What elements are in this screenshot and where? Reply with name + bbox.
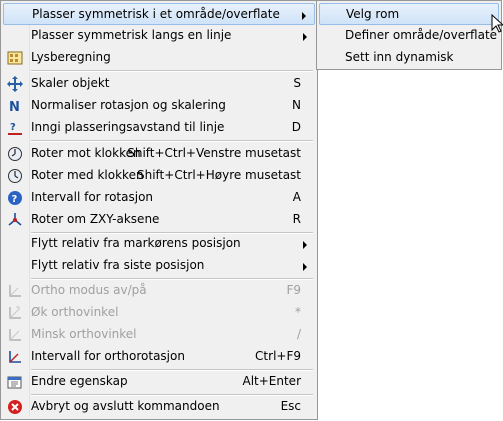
menu-item-shortcut: F9 <box>286 283 301 297</box>
scale-icon <box>7 76 23 92</box>
ortho-decrease-icon <box>7 327 23 343</box>
menu-item-ortho-toggle[interactable]: Ortho modus av/på F9 <box>3 280 315 302</box>
menu-item-shortcut: Ctrl+F9 <box>255 349 301 363</box>
mouse-pointer-icon <box>491 13 503 36</box>
menu-item-shortcut: * <box>295 305 301 319</box>
submenu-item-label: Sett inn dynamisk <box>345 50 454 64</box>
menu-item-label: Roter om ZXY-aksene <box>31 212 160 226</box>
submenu-item-insert-dynamic[interactable]: Sett inn dynamisk <box>319 47 499 69</box>
menu-item-shortcut: R <box>292 212 301 226</box>
menu-item-label: Skaler objekt <box>31 76 110 90</box>
menu-item-label: Intervall for orthorotasjon <box>31 349 185 363</box>
submenu-item-label: Definer område/overflate <box>345 28 498 42</box>
menu-item-label: Inngi plasseringsavstand til linje <box>31 120 225 134</box>
menu-item-label: Minsk orthovinkel <box>31 327 137 341</box>
axes-icon <box>7 212 23 228</box>
menu-item-label: Roter mot klokken <box>31 146 141 160</box>
menu-item-label: Plasser symmetrisk i et område/overflate <box>32 7 280 21</box>
context-menu: Plasser symmetrisk i et område/overflate… <box>0 0 318 420</box>
menu-item-ortho-increase[interactable]: Øk orthovinkel * <box>3 302 315 324</box>
submenu-arrow-icon <box>302 12 306 20</box>
menu-item-label: Plasser symmetrisk langs en linje <box>31 28 232 42</box>
menu-item-light-calculation[interactable]: Lysberegning <box>3 47 315 69</box>
menu-item-ortho-decrease[interactable]: Minsk orthovinkel / <box>3 324 315 346</box>
ortho-icon <box>7 283 23 299</box>
menu-item-change-property[interactable]: Endre egenskap Alt+Enter <box>3 371 315 393</box>
menu-separator <box>31 140 313 142</box>
ortho-interval-icon <box>7 349 23 365</box>
menu-item-label: Intervall for rotasjon <box>31 190 154 204</box>
menu-item-ortho-interval[interactable]: Intervall for orthorotasjon Ctrl+F9 <box>3 346 315 368</box>
svg-text:N: N <box>9 100 20 114</box>
submenu-item-define-area[interactable]: Definer område/overflate <box>319 25 499 47</box>
ortho-increase-icon <box>7 305 23 321</box>
rotate-ccw-icon <box>7 146 23 162</box>
submenu-item-label: Velg rom <box>346 7 400 21</box>
menu-item-shortcut: D <box>291 120 301 134</box>
menu-item-placement-distance[interactable]: ? Inngi plasseringsavstand til linje D <box>3 117 315 139</box>
menu-item-rotation-interval[interactable]: ? Intervall for rotasjon A <box>3 187 315 209</box>
menu-item-shortcut: S <box>293 76 301 90</box>
submenu-arrow-icon <box>303 33 307 41</box>
menu-item-move-from-cursor[interactable]: Flytt relativ fra markørens posisjon <box>3 233 315 255</box>
menu-item-move-from-last[interactable]: Flytt relativ fra siste posisjon <box>3 255 315 277</box>
submenu-item-select-room[interactable]: Velg rom <box>319 3 499 25</box>
menu-item-cancel-command[interactable]: Avbryt og avslutt kommandoen Esc <box>3 396 315 418</box>
menu-separator <box>31 70 313 72</box>
menu-item-shortcut: N <box>292 98 301 112</box>
menu-item-place-symmetric-area[interactable]: Plasser symmetrisk i et område/overflate <box>3 3 315 25</box>
menu-item-place-symmetric-line[interactable]: Plasser symmetrisk langs en linje <box>3 25 315 47</box>
menu-item-shortcut: / <box>296 327 301 341</box>
svg-text:?: ? <box>12 194 18 205</box>
light-calc-icon <box>7 50 23 66</box>
normalize-icon: N <box>7 98 23 115</box>
menu-item-label: Ortho modus av/på <box>31 283 147 297</box>
menu-item-shortcut: Alt+Enter <box>242 374 301 388</box>
cancel-icon <box>7 399 23 415</box>
menu-item-rotate-cw[interactable]: Roter med klokken Shift+Ctrl+Høyre muset… <box>3 165 315 187</box>
menu-item-rotate-axes[interactable]: Roter om ZXY-aksene R <box>3 209 315 231</box>
menu-item-normalize[interactable]: N Normaliser rotasjon og skalering N <box>3 95 315 117</box>
rotate-cw-icon <box>7 168 23 184</box>
svg-text:?: ? <box>10 122 16 133</box>
menu-item-shortcut: A <box>292 190 301 204</box>
menu-item-rotate-ccw[interactable]: Roter mot klokken Shift+Ctrl+Venstre mus… <box>3 143 315 165</box>
menu-item-label: Avbryt og avslutt kommandoen <box>31 399 220 413</box>
menu-item-label: Øk orthovinkel <box>31 305 119 319</box>
menu-item-label: Endre egenskap <box>31 374 128 388</box>
menu-item-shortcut: Shift+Ctrl+Høyre musetast <box>136 168 301 182</box>
menu-item-label: Roter med klokken <box>31 168 144 182</box>
distance-icon: ? <box>7 120 23 136</box>
submenu-arrow-icon <box>303 263 307 271</box>
menu-item-label: Flytt relativ fra markørens posisjon <box>31 236 241 250</box>
menu-item-shortcut: Shift+Ctrl+Venstre musetast <box>127 146 301 160</box>
menu-item-label: Lysberegning <box>31 50 111 64</box>
menu-item-shortcut: Esc <box>280 399 301 413</box>
menu-item-label: Flytt relativ fra siste posisjon <box>31 258 205 272</box>
menu-item-label: Normaliser rotasjon og skalering <box>31 98 226 112</box>
submenu-arrow-icon <box>303 241 307 249</box>
help-icon: ? <box>7 190 23 206</box>
properties-icon <box>7 374 23 390</box>
menu-item-scale-object[interactable]: Skaler objekt S <box>3 73 315 95</box>
submenu-place-symmetric: Velg rom Definer område/overflate Sett i… <box>316 0 502 70</box>
